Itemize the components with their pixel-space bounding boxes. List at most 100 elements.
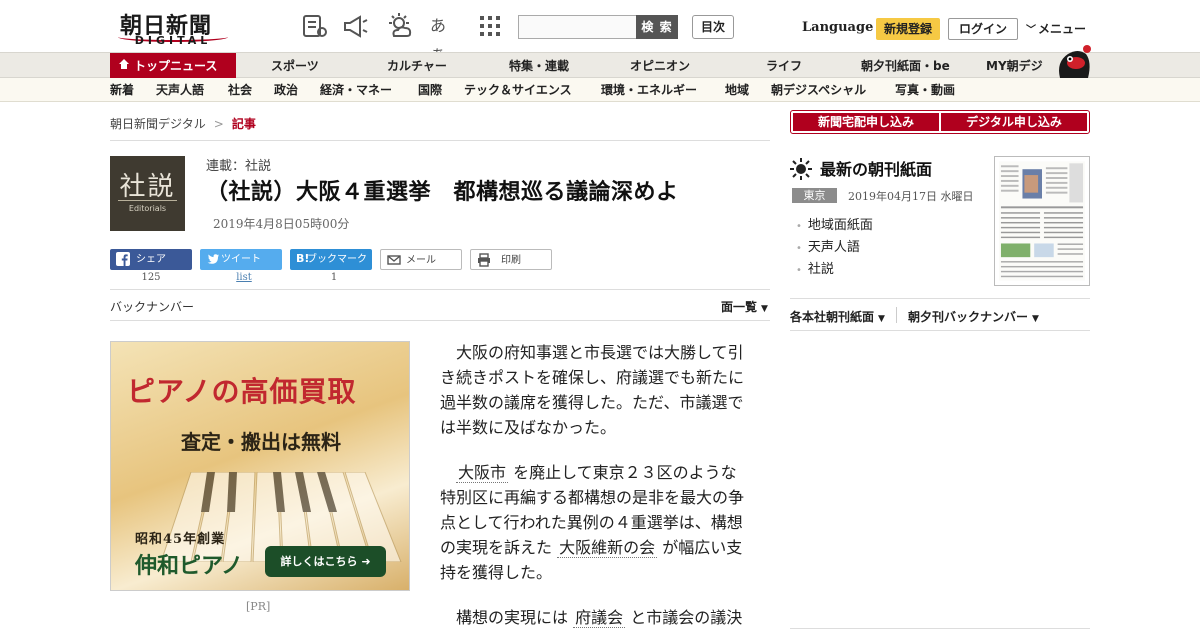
- backnumber-label: 朝夕刊バックナンバー: [908, 310, 1029, 324]
- asahi-digital-logo[interactable]: 朝日新聞 DIGITAL: [116, 8, 230, 48]
- sub-item-photo-video[interactable]: 写真・動画: [895, 78, 955, 102]
- print-button[interactable]: 印刷: [470, 249, 552, 270]
- ad-cta-button[interactable]: 詳しくはこちら ➜: [265, 546, 386, 577]
- page-list-dropdown[interactable]: 面一覧 ▼: [721, 298, 768, 315]
- paragraph-text: 構想の実現には: [456, 608, 569, 627]
- font-size-icon[interactable]: あぁ: [430, 12, 458, 63]
- hatena-bookmark-label: ブックマーク: [307, 254, 367, 265]
- nav-item-my-asadigi[interactable]: MY朝デジ: [986, 53, 1043, 79]
- main-nav: トップニュース スポーツ カルチャー 特集・連載 オピニオン ライフ 朝夕刊紙面…: [0, 52, 1200, 79]
- nav-item-life[interactable]: ライフ: [766, 53, 802, 79]
- signup-button[interactable]: 新規登録: [876, 18, 940, 40]
- digital-subscribe-button[interactable]: デジタル申し込み: [941, 113, 1087, 131]
- newspaper-front-page-image[interactable]: [994, 156, 1090, 286]
- arrow-right-circle-icon: ➜: [361, 555, 371, 568]
- divider: [790, 628, 1090, 629]
- megaphone-icon[interactable]: [342, 12, 370, 40]
- nav-top-news[interactable]: トップニュース: [110, 53, 236, 79]
- sidebar-link-editorial[interactable]: • 社説: [796, 258, 834, 277]
- twitter-list-link[interactable]: list: [203, 272, 285, 283]
- sub-item-society[interactable]: 社会: [228, 78, 252, 102]
- facebook-share-button[interactable]: シェア: [110, 249, 192, 270]
- sidebar-link-label: 地域面紙面: [807, 218, 873, 233]
- sidebar-link-regional[interactable]: • 地域面紙面: [796, 214, 873, 233]
- sidebar-link-tenseijingo[interactable]: • 天声人語: [796, 236, 860, 255]
- sub-item-politics[interactable]: 政治: [274, 78, 298, 102]
- breadcrumb: 朝日新聞デジタル > 記事: [110, 115, 256, 132]
- paragraph-text: と市議会の議決: [630, 608, 743, 627]
- weather-icon[interactable]: [386, 12, 414, 40]
- article-body: 大阪の府知事選と市長選では大勝して引き続きポストを確保し、府議選でも新たに過半数…: [440, 340, 750, 630]
- sidebar-link-label: 社説: [807, 262, 834, 277]
- facebook-share-count: 125: [141, 272, 161, 283]
- login-button[interactable]: ログイン: [948, 18, 1018, 40]
- ad-brand: 伸和ピアノ: [135, 553, 244, 579]
- hatena-bookmark-count: 1: [330, 272, 338, 283]
- sub-item-latest[interactable]: 新着: [110, 78, 134, 102]
- article-paragraph: 大阪の府知事選と市長選では大勝して引き続きポストを確保し、府議選でも新たに過半数…: [440, 340, 750, 440]
- keyword-link-osaka-ishin[interactable]: 大阪維新の会: [557, 538, 658, 558]
- ad-cta-label: 詳しくはこちら: [280, 555, 358, 568]
- breadcrumb-separator: >: [213, 117, 224, 131]
- edition-date: 2019年04月17日 水曜日: [848, 190, 974, 203]
- sub-nav: 新着 天声人語 社会 政治 経済・マネー 国際 テック＆サイエンス 環境・エネル…: [0, 78, 1200, 102]
- regional-edition-label: 各本社朝刊紙面: [790, 310, 875, 324]
- divider: [110, 140, 770, 141]
- article-headline: （社説）大阪４重選挙 都構想巡る議論深めよ: [206, 180, 679, 205]
- news-list-icon[interactable]: [300, 12, 328, 40]
- backnumber-dropdown[interactable]: 朝夕刊バックナンバー ▼: [908, 308, 1039, 325]
- mail-share-button[interactable]: メール: [380, 249, 462, 270]
- twitter-share-label: ツイート: [221, 254, 261, 265]
- grid-icon[interactable]: [476, 12, 504, 40]
- editorial-thumbnail: 社説 Editorials: [110, 156, 185, 231]
- toc-button[interactable]: 目次: [692, 15, 734, 39]
- sub-item-economy[interactable]: 経済・マネー: [320, 78, 392, 102]
- search-button[interactable]: 検 索: [636, 15, 678, 39]
- keyword-link-prefectural-assembly[interactable]: 府議会: [573, 608, 626, 628]
- sun-icon: [790, 158, 812, 180]
- sub-item-special[interactable]: 朝デジスペシャル: [771, 78, 866, 102]
- divider: [790, 330, 1090, 331]
- nav-item-features[interactable]: 特集・連載: [509, 53, 569, 79]
- sub-item-tech-science[interactable]: テック＆サイエンス: [464, 78, 572, 102]
- menu-button[interactable]: ﹀ メニュー: [1026, 20, 1086, 37]
- subscribe-box: 新聞宅配申し込み デジタル申し込み: [790, 110, 1090, 134]
- nav-item-newspaper[interactable]: 朝夕刊紙面・be: [861, 53, 950, 79]
- sidebar-link-label: 天声人語: [807, 240, 860, 255]
- newspaper-subscribe-button[interactable]: 新聞宅配申し込み: [793, 113, 939, 131]
- hatena-bookmark-button[interactable]: B! ブックマーク: [290, 249, 372, 270]
- regional-edition-dropdown[interactable]: 各本社朝刊紙面 ▼: [790, 308, 885, 325]
- morning-edition-title: 最新の朝刊紙面: [820, 160, 933, 179]
- latest-morning-edition-heading[interactable]: 最新の朝刊紙面: [790, 156, 932, 180]
- nav-item-sports[interactable]: スポーツ: [271, 53, 319, 79]
- nav-top-label: トップニュース: [134, 59, 218, 73]
- page-list-label: 面一覧: [721, 300, 758, 314]
- nav-item-opinion[interactable]: オピニオン: [630, 53, 690, 79]
- divider: [790, 298, 1090, 299]
- newspaper-preview: [999, 161, 1085, 281]
- ad-subtitle: 査定・搬出は無料: [181, 430, 341, 454]
- back-number-link[interactable]: バックナンバー: [110, 298, 194, 315]
- language-link[interactable]: Language: [802, 20, 873, 35]
- breadcrumb-home[interactable]: 朝日新聞デジタル: [110, 117, 206, 131]
- sub-item-region[interactable]: 地域: [725, 78, 749, 102]
- bullet-icon: •: [796, 243, 802, 254]
- sub-item-tenseijingo[interactable]: 天声人語: [156, 78, 204, 102]
- caret-down-icon: ▼: [878, 314, 885, 324]
- mail-share-label: メール: [406, 255, 436, 266]
- logo-sub-text: DIGITAL: [134, 34, 212, 47]
- divider: [110, 320, 770, 321]
- series-label[interactable]: 連載：社説: [206, 155, 271, 174]
- twitter-share-button[interactable]: ツイート: [200, 249, 282, 270]
- sub-item-international[interactable]: 国際: [418, 78, 442, 102]
- home-icon: [119, 59, 129, 69]
- keyword-link-osaka-city[interactable]: 大阪市: [456, 463, 509, 483]
- article-paragraph: 大阪市 を廃止して東京２３区のような特別区に再編する都構想の是非を最大の争点とし…: [440, 460, 750, 585]
- thumb-en: Editorials: [128, 204, 167, 213]
- edition-tag: 東京: [792, 188, 837, 203]
- nav-item-culture[interactable]: カルチャー: [387, 53, 447, 79]
- piano-advertisement[interactable]: ピアノの高価買取 査定・搬出は無料 昭和45年創業 伸和ピアノ 詳しくはこちら …: [110, 341, 410, 591]
- search-input[interactable]: [518, 15, 636, 39]
- sub-item-environment[interactable]: 環境・エネルギー: [601, 78, 697, 102]
- menu-label: メニュー: [1038, 22, 1087, 36]
